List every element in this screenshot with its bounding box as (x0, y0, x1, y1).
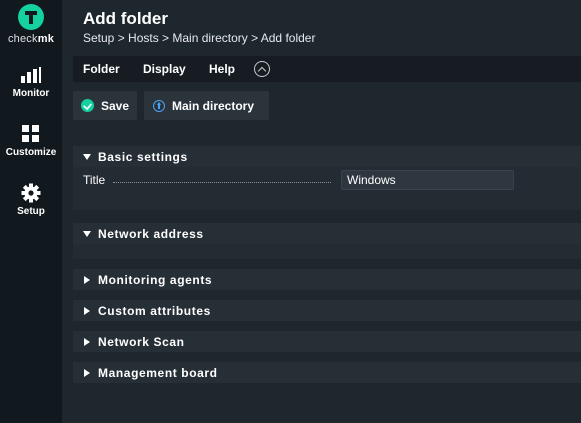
checkmk-logo-icon (18, 4, 44, 30)
sidebar-item-label: Monitor (12, 88, 50, 99)
page-title: Add folder (83, 9, 168, 28)
menu-help[interactable]: Help (209, 62, 235, 76)
main-directory-button-label: Main directory (172, 98, 255, 113)
section-label: Network Scan (98, 335, 185, 349)
basic-settings-body: Title (73, 167, 581, 210)
triangle-right-icon (84, 369, 90, 377)
bar-chart-icon (21, 67, 41, 83)
sidebar-item-monitor[interactable]: Monitor (0, 66, 62, 99)
triangle-right-icon (84, 276, 90, 284)
arrow-up-circle-icon (153, 99, 165, 112)
save-button[interactable]: Save (73, 91, 137, 120)
triangle-right-icon (84, 338, 90, 346)
triangle-down-icon (83, 154, 91, 160)
section-basic-settings[interactable]: Basic settings (73, 146, 581, 167)
dotted-leader (113, 182, 331, 183)
gear-icon (21, 183, 41, 203)
section-label: Management board (98, 366, 218, 380)
menu-bar: Folder Display Help (73, 56, 581, 82)
section-label: Network address (98, 227, 204, 241)
section-monitoring-agents[interactable]: Monitoring agents (73, 269, 581, 290)
checkmark-icon (81, 99, 94, 112)
section-label: Basic settings (98, 150, 188, 164)
sidebar: checkmk Monitor Customize Setup (0, 0, 62, 423)
section-label: Custom attributes (98, 304, 211, 318)
section-management-board[interactable]: Management board (73, 362, 581, 383)
triangle-down-icon (83, 231, 91, 237)
section-network-address[interactable]: Network address (73, 223, 581, 244)
section-label: Monitoring agents (98, 273, 213, 287)
page-header: Add folder Setup > Hosts > Main director… (62, 0, 581, 56)
logo-text: checkmk (7, 33, 55, 45)
save-button-label: Save (101, 98, 130, 113)
main-directory-button[interactable]: Main directory (144, 91, 269, 120)
network-address-body (73, 244, 581, 259)
menu-folder[interactable]: Folder (83, 62, 120, 76)
title-input[interactable] (341, 170, 514, 190)
sidebar-item-label: Setup (17, 206, 45, 217)
grid-icon (22, 125, 39, 142)
chevron-up-circle-icon[interactable] (254, 61, 270, 77)
section-custom-attributes[interactable]: Custom attributes (73, 300, 581, 321)
breadcrumb[interactable]: Setup > Hosts > Main directory > Add fol… (83, 31, 315, 45)
sidebar-item-customize[interactable]: Customize (0, 124, 62, 158)
sidebar-item-label: Customize (5, 147, 57, 158)
checkmk-logo[interactable]: checkmk (0, 4, 62, 45)
menu-display[interactable]: Display (143, 62, 186, 76)
title-label: Title (83, 173, 106, 187)
main-content: Add folder Setup > Hosts > Main director… (62, 0, 581, 423)
section-network-scan[interactable]: Network Scan (73, 331, 581, 352)
sidebar-item-setup[interactable]: Setup (0, 183, 62, 217)
triangle-right-icon (84, 307, 90, 315)
